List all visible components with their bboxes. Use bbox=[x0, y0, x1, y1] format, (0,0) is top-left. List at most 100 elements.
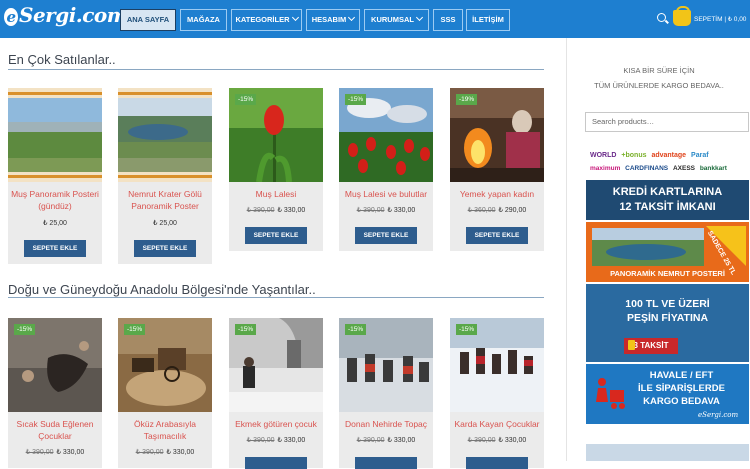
product-card[interactable]: -15% Öküz Arabasıyla Taşımacılık ₺ 390,0… bbox=[118, 318, 212, 468]
nemrut-poster-banner[interactable]: PANORAMİK NEMRUT POSTERİ SADECE 25 TL bbox=[586, 222, 749, 282]
add-to-cart-button[interactable] bbox=[466, 457, 528, 469]
shopping-basket-icon[interactable] bbox=[673, 6, 691, 26]
banner-line: HAVALE / EFT bbox=[649, 370, 714, 381]
product-price: ₺ 25,00 bbox=[153, 220, 177, 227]
discount-badge: -15% bbox=[456, 324, 478, 335]
banner-line: PEŞİN FİYATINA bbox=[626, 312, 709, 324]
discount-badge: -15% bbox=[345, 94, 367, 105]
section-divider bbox=[8, 69, 544, 70]
product-image[interactable]: -15% bbox=[229, 318, 323, 412]
product-image[interactable] bbox=[118, 88, 212, 182]
banner-caption: PANORAMİK NEMRUT POSTERİ bbox=[610, 269, 725, 278]
product-image[interactable]: -15% bbox=[339, 318, 433, 412]
product-card[interactable]: -15% Karda Kayan Çocuklar ₺ 390,00 ₺ 330,… bbox=[450, 318, 544, 469]
nav-categories[interactable]: KATEGORİLER bbox=[231, 9, 302, 31]
card-brands-banner[interactable]: WORLD +bonus advantage Paraf maximum CAR… bbox=[586, 150, 749, 178]
banner-line: KREDİ KARTLARINA bbox=[612, 186, 723, 198]
cash-price-banner[interactable]: 100 TL VE ÜZERİ PEŞİN FİYATINA 3 TAKSİT bbox=[586, 284, 749, 362]
cart-summary[interactable]: SEPETİM | ₺ 0,00 bbox=[694, 15, 746, 23]
product-name[interactable]: Karda Kayan Çocuklar bbox=[450, 418, 544, 430]
bankkart-logo: bankkart bbox=[699, 165, 727, 172]
product-image[interactable]: -15% bbox=[339, 88, 433, 182]
banner-line: 12 TAKSİT İMKANI bbox=[619, 201, 716, 213]
add-to-cart-button[interactable]: SEPETE EKLE bbox=[24, 240, 86, 257]
product-card[interactable]: -19% Yemek yapan kadın ₺ 360,00 ₺ 290,00 … bbox=[450, 88, 544, 251]
add-to-cart-button[interactable]: SEPETE EKLE bbox=[466, 227, 528, 244]
product-price: ₺ 390,00 ₺ 330,00 bbox=[356, 437, 416, 444]
promo-line-2: TÜM ÜRÜNLERDE KARGO BEDAVA.. bbox=[594, 81, 724, 90]
product-image[interactable] bbox=[8, 88, 102, 182]
product-card[interactable]: -15% Muş Lalesi ₺ 390,00 ₺ 330,00 SEPETE … bbox=[229, 88, 323, 251]
product-image[interactable]: -15% bbox=[118, 318, 212, 412]
main-content: En Çok Satılanlar.. Muş Panoramik Poster… bbox=[0, 38, 566, 469]
product-card[interactable]: -15% Donan Nehirde Topaç ₺ 390,00 ₺ 330,0… bbox=[339, 318, 433, 469]
product-card[interactable]: Nemrut Krater Gölü Panoramik Poster ₺ 25… bbox=[118, 88, 212, 264]
product-price: ₺ 25,00 bbox=[43, 220, 67, 227]
search-placeholder: Search products… bbox=[592, 117, 655, 126]
product-name[interactable]: Yemek yapan kadın bbox=[450, 188, 544, 200]
product-price: ₺ 390,00 ₺ 330,00 bbox=[246, 207, 306, 214]
product-name[interactable]: Muş Lalesi bbox=[229, 188, 323, 200]
paraf-logo: Paraf bbox=[691, 152, 709, 159]
product-search-input[interactable]: Search products… bbox=[585, 112, 749, 132]
header-bar: e Sergi.com ANA SAYFA MAĞAZA KATEGORİLER … bbox=[0, 0, 750, 38]
product-name[interactable]: Muş Lalesi ve bulutlar bbox=[339, 188, 433, 200]
product-image[interactable]: -15% bbox=[450, 318, 544, 412]
discount-badge: -15% bbox=[235, 94, 257, 105]
nav-shop[interactable]: MAĞAZA bbox=[180, 9, 227, 31]
product-price: ₺ 390,00 ₺ 330,00 bbox=[467, 437, 527, 444]
banner-logo: eSergi.com bbox=[698, 411, 739, 419]
nav-faq[interactable]: SSS bbox=[433, 9, 463, 31]
product-price: ₺ 390,00 ₺ 330,00 bbox=[135, 449, 195, 456]
product-card[interactable]: -15% Muş Lalesi ve bulutlar ₺ 390,00 ₺ 33… bbox=[339, 88, 433, 251]
banner-line: İLE SİPARİŞLERDE bbox=[638, 383, 725, 394]
product-price: ₺ 390,00 ₺ 330,00 bbox=[356, 207, 416, 214]
banner-line: KARGO BEDAVA bbox=[643, 396, 720, 407]
product-image[interactable]: -19% bbox=[450, 88, 544, 182]
bonus-logo: +bonus bbox=[621, 152, 647, 159]
axess-logo: AXESS bbox=[672, 165, 696, 172]
add-to-cart-button[interactable] bbox=[245, 457, 307, 469]
add-to-cart-button[interactable] bbox=[355, 457, 417, 469]
product-card[interactable]: Muş Panoramik Posteri (gündüz) ₺ 25,00 S… bbox=[8, 88, 102, 264]
nav-contact[interactable]: İLETİŞİM bbox=[466, 9, 510, 31]
product-name[interactable]: Muş Panoramik Posteri (gündüz) bbox=[8, 188, 102, 212]
nemrut-crater-image bbox=[118, 88, 212, 182]
product-name[interactable]: Nemrut Krater Gölü Panoramik Poster bbox=[118, 188, 212, 212]
nav-account[interactable]: HESABIM bbox=[306, 9, 360, 31]
product-name[interactable]: Öküz Arabasıyla Taşımacılık bbox=[118, 418, 212, 442]
product-image[interactable]: -15% bbox=[229, 88, 323, 182]
panorama-day-image bbox=[8, 88, 102, 182]
site-logo[interactable]: e Sergi.com bbox=[4, 3, 128, 27]
section-divider bbox=[8, 297, 544, 298]
nav-home[interactable]: ANA SAYFA bbox=[120, 9, 176, 31]
section-title-bestsellers: En Çok Satılanlar.. bbox=[8, 52, 116, 67]
advantage-logo: advantage bbox=[651, 152, 687, 159]
banner-line: 100 TL VE ÜZERİ bbox=[625, 298, 710, 310]
add-to-cart-button[interactable]: SEPETE EKLE bbox=[245, 227, 307, 244]
installment-banner[interactable]: KREDİ KARTLARINA 12 TAKSİT İMKANI bbox=[586, 180, 749, 220]
product-price: ₺ 390,00 ₺ 330,00 bbox=[25, 449, 85, 456]
chevron-down-icon bbox=[415, 13, 423, 22]
product-image[interactable]: -15% bbox=[8, 318, 102, 412]
nav-corporate[interactable]: KURUMSAL bbox=[364, 9, 429, 31]
product-name[interactable]: Ekmek götüren çocuk bbox=[229, 418, 323, 430]
product-card[interactable]: -15% Sıcak Suda Eğlenen Çocuklar ₺ 390,0… bbox=[8, 318, 102, 468]
maximum-logo: maximum bbox=[590, 165, 621, 172]
free-shipping-banner[interactable]: HAVALE / EFT İLE SİPARİŞLERDE KARGO BEDA… bbox=[586, 364, 749, 424]
product-price: ₺ 390,00 ₺ 330,00 bbox=[246, 437, 306, 444]
product-name[interactable]: Sıcak Suda Eğlenen Çocuklar bbox=[8, 418, 102, 442]
add-to-cart-button[interactable]: SEPETE EKLE bbox=[134, 240, 196, 257]
add-to-cart-button[interactable]: SEPETE EKLE bbox=[355, 227, 417, 244]
search-icon[interactable] bbox=[657, 13, 666, 22]
section-title-eastern-life: Doğu ve Güneydoğu Anadolu Bölgesi'nde Ya… bbox=[8, 282, 316, 297]
discount-badge: -15% bbox=[235, 324, 257, 335]
next-banner[interactable] bbox=[586, 444, 749, 461]
product-name[interactable]: Donan Nehirde Topaç bbox=[339, 418, 433, 430]
promo-line-1: KISA BİR SÜRE İÇİN bbox=[623, 66, 695, 75]
logo-text: Sergi.com bbox=[19, 3, 128, 27]
product-card[interactable]: -15% Ekmek götüren çocuk ₺ 390,00 ₺ 330,0… bbox=[229, 318, 323, 469]
product-price: ₺ 360,00 ₺ 290,00 bbox=[467, 207, 527, 214]
world-logo: WORLD bbox=[590, 152, 617, 159]
chevron-down-icon bbox=[291, 13, 299, 22]
